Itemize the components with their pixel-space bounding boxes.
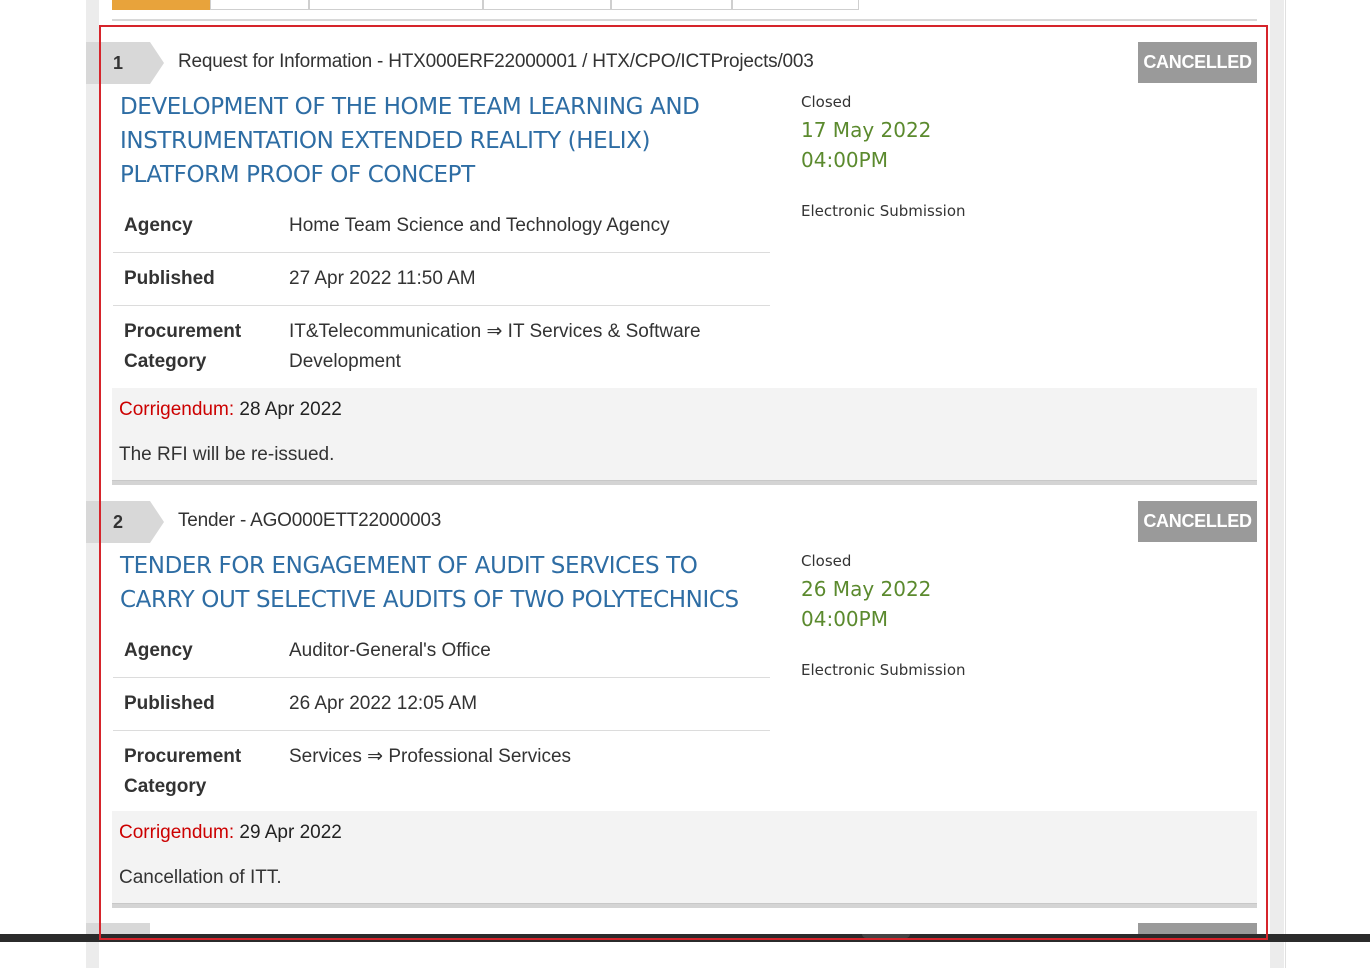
closing-time: 04:00PM	[801, 148, 888, 172]
listing-number-badge: 1	[86, 42, 164, 84]
listing-reference: Request for Information - HTX000ERF22000…	[178, 51, 814, 72]
listing-title-link[interactable]: DEVELOPMENT OF THE HOME TEAM LEARNING AN…	[120, 90, 770, 192]
corrigendum-panel: Corrigendum: 28 Apr 2022 The RFI will be…	[112, 388, 1257, 485]
category-label: Procurement Category	[124, 321, 242, 372]
category-value: IT&Telecommunication ⇒ IT Services & Sof…	[289, 321, 701, 372]
closing-date: 26 May 2022	[801, 577, 932, 601]
closed-label: Closed	[801, 93, 852, 111]
corrigendum-panel: Corrigendum: 29 Apr 2022 Cancellation of…	[112, 811, 1257, 908]
filter-tab[interactable]	[309, 0, 483, 10]
corrigendum-label: Corrigendum:	[119, 822, 235, 843]
status-badge: CANCELLED	[1138, 501, 1257, 542]
filter-tab-active[interactable]	[112, 0, 210, 10]
published-label: Published	[113, 252, 279, 306]
submission-method: Electronic Submission	[801, 202, 966, 220]
left-gutter	[86, 0, 99, 968]
corrigendum-text: Cancellation of ITT.	[119, 867, 282, 888]
corrigendum-label: Corrigendum:	[119, 399, 235, 420]
taskbar-handle	[862, 934, 910, 938]
details-table: Agency Auditor-General's Office Publishe…	[113, 625, 770, 813]
closing-info: Closed 26 May 2022 04:00PM Electronic Su…	[801, 551, 1001, 681]
filter-tab[interactable]	[611, 0, 732, 10]
listing-number: 1	[112, 52, 123, 73]
submission-method: Electronic Submission	[801, 661, 966, 679]
listing-number: 2	[112, 511, 123, 532]
details-row-category: Procurement Category IT&Telecommunicatio…	[113, 306, 770, 389]
corrigendum-date: 28 Apr 2022	[239, 399, 342, 420]
closed-label: Closed	[801, 552, 852, 570]
filter-tab[interactable]	[210, 0, 309, 10]
agency-label: Agency	[113, 200, 279, 253]
taskbar	[0, 934, 1370, 942]
corrigendum-text: The RFI will be re-issued.	[119, 444, 335, 465]
details-row-published: Published 27 Apr 2022 11:50 AM	[113, 252, 770, 306]
agency-value: Home Team Science and Technology Agency	[279, 200, 770, 253]
category-value: Services ⇒ Professional Services	[289, 746, 572, 767]
corrigendum-date: 29 Apr 2022	[239, 822, 342, 843]
published-value: 26 Apr 2022 12:05 AM	[279, 677, 770, 731]
details-row-published: Published 26 Apr 2022 12:05 AM	[113, 677, 770, 731]
divider	[112, 480, 1257, 485]
details-row-agency: Agency Home Team Science and Technology …	[113, 200, 770, 253]
listing-reference: Tender - AGO000ETT22000003	[178, 510, 442, 531]
filter-tab[interactable]	[483, 0, 611, 10]
corrigendum-heading: Corrigendum: 28 Apr 2022	[119, 399, 342, 421]
listing-title-link[interactable]: TENDER FOR ENGAGEMENT OF AUDIT SERVICES …	[120, 549, 770, 617]
agency-value: Auditor-General's Office	[279, 625, 770, 678]
right-gutter	[1270, 0, 1284, 968]
closing-info: Closed 17 May 2022 04:00PM Electronic Su…	[801, 92, 1001, 222]
status-badge: CANCELLED	[1138, 42, 1257, 83]
details-row-agency: Agency Auditor-General's Office	[113, 625, 770, 678]
listing-number-badge: 2	[86, 501, 164, 543]
divider	[112, 19, 1257, 21]
details-row-category: Procurement Category Services ⇒ Professi…	[113, 731, 770, 814]
agency-label: Agency	[113, 625, 279, 678]
filter-tab-strip	[112, 0, 859, 10]
divider	[112, 903, 1257, 908]
published-value: 27 Apr 2022 11:50 AM	[279, 252, 770, 306]
closing-date: 17 May 2022	[801, 118, 932, 142]
filter-tab[interactable]	[732, 0, 859, 10]
category-label: Procurement Category	[124, 746, 242, 797]
closing-time: 04:00PM	[801, 607, 888, 631]
details-table: Agency Home Team Science and Technology …	[113, 200, 770, 388]
published-label: Published	[113, 677, 279, 731]
corrigendum-heading: Corrigendum: 29 Apr 2022	[119, 822, 342, 844]
